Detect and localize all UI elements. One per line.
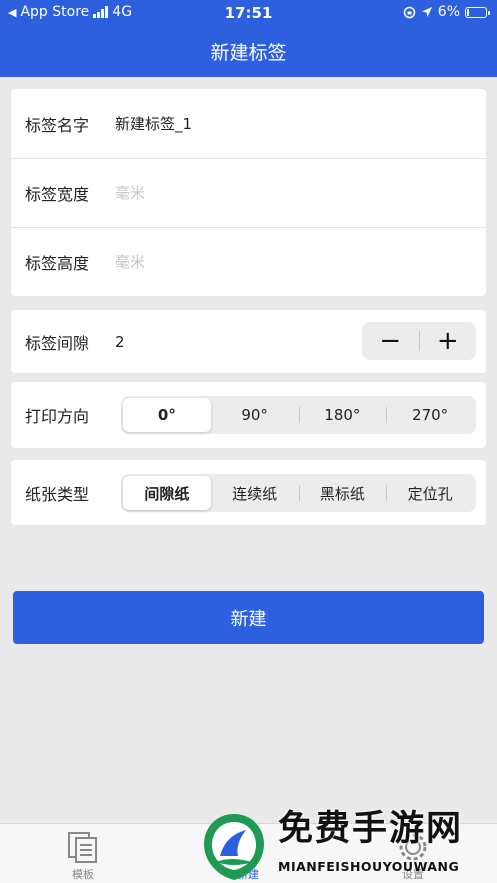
print-direction-segmented-control: 0° 90° 180° 270° xyxy=(121,396,476,434)
create-button[interactable]: 新建 xyxy=(13,591,484,644)
gap-card: 标签间隙 2 − + xyxy=(11,310,486,373)
height-field[interactable] xyxy=(115,253,315,271)
width-label: 标签宽度 xyxy=(25,185,90,204)
decrement-button[interactable]: − xyxy=(362,322,419,360)
tab-settings[interactable]: 设置 xyxy=(358,824,468,883)
width-field[interactable] xyxy=(115,184,315,202)
paper-option-continuous[interactable]: 连续纸 xyxy=(211,476,299,510)
gap-label: 标签间隙 xyxy=(25,333,90,353)
direction-option-180[interactable]: 180° xyxy=(298,398,387,432)
paper-option-black-mark[interactable]: 黑标纸 xyxy=(298,476,387,510)
direction-option-270[interactable]: 270° xyxy=(386,398,474,432)
plus-icon: + xyxy=(436,326,459,356)
increment-button[interactable]: + xyxy=(420,322,477,360)
tab-create-label: 新建 xyxy=(237,868,259,881)
tab-bar: 模板 新建 设置 xyxy=(0,823,497,883)
document-icon xyxy=(68,832,97,863)
page-title: 新建标签 xyxy=(210,42,287,64)
name-field[interactable]: 新建标签_1 xyxy=(115,113,192,134)
tab-create[interactable]: 新建 xyxy=(193,824,303,883)
battery-percent: 6% xyxy=(437,4,460,20)
gear-icon xyxy=(399,833,427,861)
add-icon xyxy=(234,833,262,861)
paper-type-card: 纸张类型 间隙纸 连续纸 黑标纸 定位孔 xyxy=(11,460,486,525)
nav-bar: 新建标签 xyxy=(0,26,497,77)
paper-type-row: 纸张类型 间隙纸 连续纸 黑标纸 定位孔 xyxy=(11,460,486,525)
height-row[interactable]: 标签高度 xyxy=(11,227,486,296)
tab-templates[interactable]: 模板 xyxy=(28,824,138,883)
rotation-lock-icon xyxy=(403,6,416,18)
gap-row: 标签间隙 2 − + xyxy=(11,310,486,373)
paper-type-label: 纸张类型 xyxy=(25,484,90,504)
name-label: 标签名字 xyxy=(25,115,90,135)
tab-settings-label: 设置 xyxy=(402,868,424,881)
minus-icon: − xyxy=(379,326,402,356)
direction-option-0[interactable]: 0° xyxy=(123,398,211,432)
print-direction-label: 打印方向 xyxy=(25,407,90,426)
gap-value: 2 xyxy=(115,332,125,351)
gap-stepper: − + xyxy=(362,322,476,360)
status-bar: ◀ App Store 4G 17:51 6% xyxy=(0,0,497,26)
status-right: 6% xyxy=(403,4,490,20)
direction-option-90[interactable]: 90° xyxy=(211,398,299,432)
print-direction-row: 打印方向 0° 90° 180° 270° xyxy=(11,382,486,448)
paper-option-gap[interactable]: 间隙纸 xyxy=(123,476,211,510)
location-icon xyxy=(421,7,432,17)
paper-type-segmented-control: 间隙纸 连续纸 黑标纸 定位孔 xyxy=(121,474,476,512)
width-row[interactable]: 标签宽度 xyxy=(11,158,486,227)
battery-icon xyxy=(465,6,490,18)
name-row[interactable]: 标签名字 新建标签_1 xyxy=(11,89,486,158)
height-label: 标签高度 xyxy=(25,254,90,273)
label-dimensions-card: 标签名字 新建标签_1 标签宽度 标签高度 xyxy=(11,89,486,296)
tab-templates-label: 模板 xyxy=(72,868,94,881)
paper-option-hole[interactable]: 定位孔 xyxy=(386,476,474,510)
print-direction-card: 打印方向 0° 90° 180° 270° xyxy=(11,382,486,448)
